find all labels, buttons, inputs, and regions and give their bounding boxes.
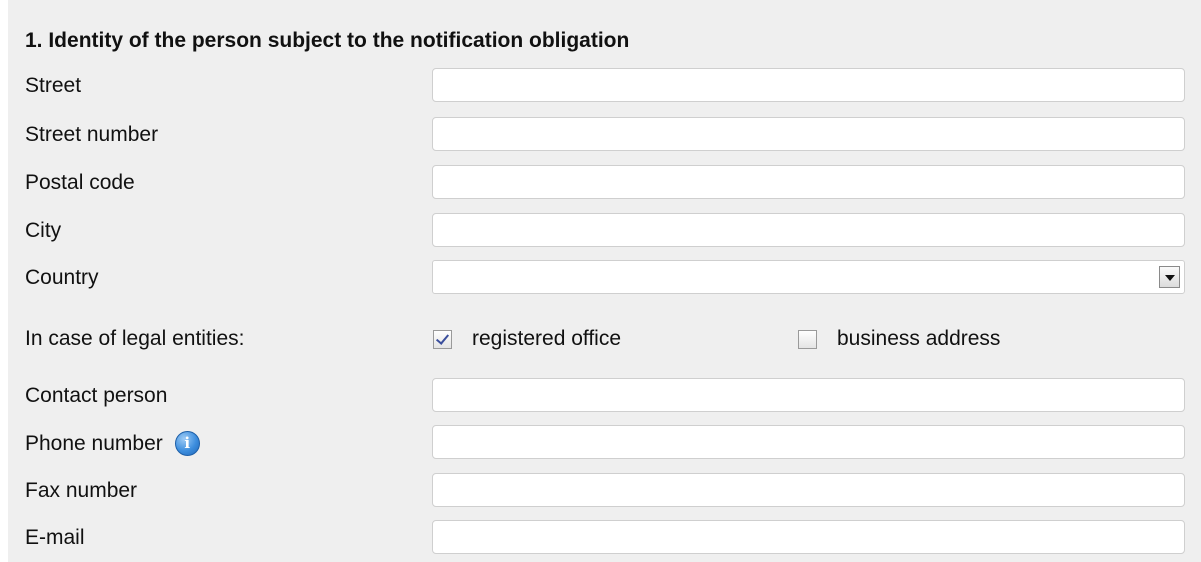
phone-number-label: Phone number (25, 431, 163, 455)
street-number-label: Street number (25, 123, 159, 146)
registered-office-label[interactable]: registered office (472, 327, 621, 351)
street-label: Street (25, 74, 82, 97)
fax-number-label: Fax number (25, 479, 138, 502)
form-panel: 1. Identity of the person subject to the… (8, 0, 1201, 562)
business-address-option[interactable]: business address (798, 327, 1000, 351)
city-input[interactable] (432, 213, 1185, 247)
street-number-row: Street number (8, 117, 1201, 153)
country-label: Country (25, 266, 99, 289)
section-title: 1. Identity of the person subject to the… (25, 29, 630, 52)
fax-number-row: Fax number (8, 473, 1201, 509)
legal-entities-label: In case of legal entities: (25, 327, 245, 350)
phone-number-label-wrap: Phone number i (25, 431, 200, 456)
business-address-label[interactable]: business address (837, 327, 1000, 351)
phone-number-row: Phone number i (8, 425, 1201, 461)
city-row: City (8, 213, 1201, 249)
business-address-checkbox[interactable] (798, 329, 817, 349)
postal-code-label: Postal code (25, 171, 135, 194)
registered-office-option[interactable]: registered office (433, 327, 621, 351)
street-input[interactable] (432, 68, 1185, 102)
country-select[interactable] (432, 260, 1185, 294)
fax-number-input[interactable] (432, 473, 1185, 507)
contact-person-label: Contact person (25, 384, 168, 407)
contact-person-input[interactable] (432, 378, 1185, 412)
contact-person-row: Contact person (8, 378, 1201, 414)
info-icon[interactable]: i (174, 431, 200, 456)
registered-office-checkbox[interactable] (433, 329, 452, 349)
chevron-down-icon[interactable] (1159, 266, 1180, 288)
email-row: E-mail (8, 520, 1201, 556)
country-row: Country (8, 260, 1201, 296)
email-input[interactable] (432, 520, 1185, 554)
street-row: Street (8, 68, 1201, 104)
email-label: E-mail (25, 526, 85, 549)
phone-number-input[interactable] (432, 425, 1185, 459)
street-number-input[interactable] (432, 117, 1185, 151)
city-label: City (25, 219, 62, 242)
postal-code-row: Postal code (8, 165, 1201, 201)
postal-code-input[interactable] (432, 165, 1185, 199)
legal-entities-row: In case of legal entities: registered of… (8, 321, 1201, 361)
